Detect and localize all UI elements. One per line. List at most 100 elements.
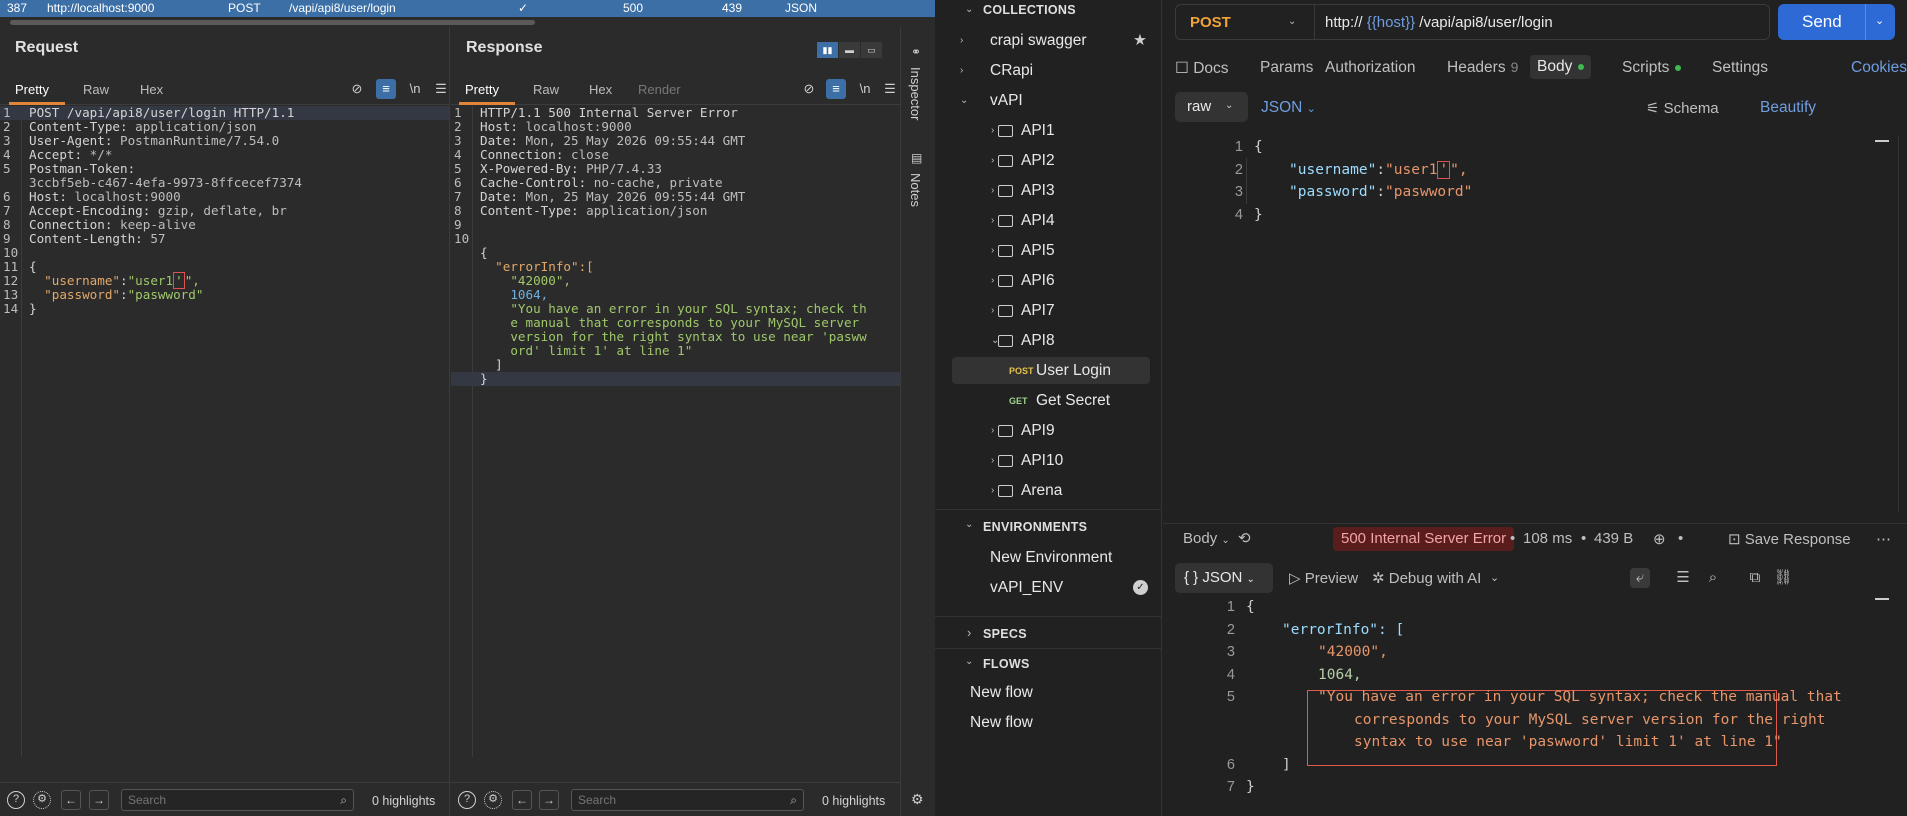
body-mode-select[interactable]: raw ⌄ [1175,92,1248,122]
folder-api3[interactable]: › API3 [949,177,1149,204]
chevron-right-icon[interactable]: › [991,297,994,324]
collection-crapi-swagger[interactable]: › crapi swagger ★ [949,27,1149,54]
folder-api10[interactable]: › API10 [949,447,1149,474]
tab-raw[interactable]: Raw [533,82,559,97]
help-icon[interactable]: ? [458,791,476,809]
filter-icon[interactable]: ☰ [1673,568,1693,588]
tab-params[interactable]: Params [1260,59,1313,77]
save-response-button[interactable]: ⊡ Save Response [1728,530,1851,548]
status-badge[interactable]: 500 Internal Server Error [1333,527,1515,551]
chevron-right-icon[interactable]: › [960,57,963,84]
folder-api1[interactable]: › API1 [949,117,1149,144]
copy-icon[interactable]: ⧉ [1745,568,1765,588]
url-input[interactable]: http:// {{host}} /vapi/api8/user/login [1325,14,1553,31]
tab-authorization[interactable]: Authorization [1325,59,1415,77]
folder-api4[interactable]: › API4 [949,207,1149,234]
settings-gear-icon[interactable]: ⚙ [911,791,925,807]
specs-title[interactable]: SPECS [983,627,1027,641]
chevron-right-icon[interactable]: › [991,237,994,264]
menu-icon[interactable]: ☰ [431,79,451,99]
environment-vapi_env[interactable]: vAPI_ENV ✓ [949,574,1149,601]
check-circle-icon[interactable]: ✓ [1133,580,1148,595]
folder-api8[interactable]: ⌄ API8 [949,327,1149,354]
tab-hex[interactable]: Hex [140,82,163,97]
tab-pretty[interactable]: Pretty [15,82,49,97]
response-editor[interactable]: 1 HTTP/1.1 500 Internal Server Error 2 Host… [451,106,900,757]
method-select[interactable]: POST [1190,14,1231,31]
next-match-icon[interactable]: → [539,790,559,810]
next-match-icon[interactable]: → [89,790,109,810]
beautify-button[interactable]: Beautify [1760,99,1816,117]
tab-render[interactable]: Render [638,82,681,97]
newline-icon[interactable]: \n [855,79,875,99]
prev-match-icon[interactable]: ← [61,790,81,810]
flow-item[interactable]: New flow [949,679,1149,706]
chevron-down-icon[interactable]: ⌄ [1288,16,1296,27]
chevron-down-icon[interactable]: ⌄ [965,656,973,667]
link-icon[interactable]: ⛓ [1773,568,1793,588]
cookies-link[interactable]: Cookies [1851,59,1907,77]
tab-pretty[interactable]: Pretty [465,82,499,97]
chevron-right-icon[interactable]: › [991,447,994,474]
flows-title[interactable]: FLOWS [983,657,1030,671]
chevron-right-icon[interactable]: › [991,147,994,174]
response-size[interactable]: 439 B [1594,530,1633,547]
request-search-field[interactable]: ⌕ [121,789,354,811]
chevron-right-icon[interactable]: › [991,477,994,504]
folder-api9[interactable]: › API9 [949,417,1149,444]
settings-icon[interactable]: ⚙ [33,791,51,809]
search-icon[interactable]: ⌕ [1703,568,1723,588]
tab-docs[interactable]: ☐ Docs [1175,59,1229,78]
notes-tab[interactable]: Notes [908,173,923,207]
history-scrollbar[interactable] [0,17,935,27]
settings-icon[interactable]: ⚙ [484,791,502,809]
tab-scripts[interactable]: Scripts [1622,59,1682,77]
chevron-down-icon[interactable]: ⌄ [960,87,968,114]
history-row-selected[interactable]: 387 http://localhost:9000 POST /vapi/api… [0,0,935,17]
tab-settings[interactable]: Settings [1712,59,1768,77]
response-format-select[interactable]: { } JSON ⌄ [1175,563,1273,593]
flow-item[interactable]: New flow [949,709,1149,736]
chevron-right-icon[interactable]: › [967,625,971,640]
star-icon[interactable]: ★ [1133,27,1147,54]
folder-arena[interactable]: › Arena [949,477,1149,504]
scrollbar-thumb[interactable] [10,20,535,25]
tab-body[interactable]: Body [1530,55,1592,79]
folder-api7[interactable]: › API7 [949,297,1149,324]
chevron-down-icon[interactable]: ⌄ [1490,571,1499,584]
wrap-lines-icon[interactable]: ⤶ [1630,568,1650,588]
layout-side-by-side-icon[interactable]: ▮▮ [817,42,838,58]
response-body-select[interactable]: Body ⌄ [1183,530,1230,547]
layout-tabs-icon[interactable]: ▭ [861,42,882,58]
history-icon[interactable]: ⟲ [1238,529,1251,547]
editor-scrollbar[interactable] [1898,136,1899,512]
response-search-input[interactable] [572,790,769,810]
response-body-editor[interactable]: 1 {2 "errorInfo": [3 "42000", 4 1064, 5 "You ha… [1163,598,1907,816]
chevron-right-icon[interactable]: › [991,207,994,234]
wrap-lines-icon[interactable]: ≡ [376,79,396,99]
response-search-field[interactable]: ⌕ [571,789,804,811]
debug-ai-button[interactable]: ✲ Debug with AI [1372,569,1481,587]
request-user-login[interactable]: POST User Login [952,357,1150,384]
globe-icon[interactable]: ⊕ [1653,530,1666,548]
tab-hex[interactable]: Hex [589,82,612,97]
folder-api6[interactable]: › API6 [949,267,1149,294]
folder-api2[interactable]: › API2 [949,147,1149,174]
chevron-right-icon[interactable]: › [960,27,963,54]
wrap-lines-icon[interactable]: ≡ [826,79,846,99]
tab-headers[interactable]: Headers 9 [1447,59,1518,77]
preview-button[interactable]: ▷ Preview [1289,569,1358,587]
tab-raw[interactable]: Raw [83,82,109,97]
send-button[interactable]: Send ⌄ [1778,4,1895,40]
folder-api5[interactable]: › API5 [949,237,1149,264]
chevron-down-icon[interactable]: ⌄ [1875,14,1884,27]
notes-icon[interactable]: ▤ [911,151,925,165]
body-language-select[interactable]: JSON ⌄ [1261,99,1316,117]
chevron-right-icon[interactable]: › [991,117,994,144]
chevron-down-icon[interactable]: ⌄ [965,4,973,15]
environments-title[interactable]: ENVIRONMENTS [983,520,1087,534]
inspector-icon[interactable]: ⚭ [911,45,925,59]
layout-stacked-icon[interactable]: ▬ [839,42,860,58]
collection-crapi[interactable]: › CRapi [949,57,1149,84]
newline-icon[interactable]: \n [405,79,425,99]
